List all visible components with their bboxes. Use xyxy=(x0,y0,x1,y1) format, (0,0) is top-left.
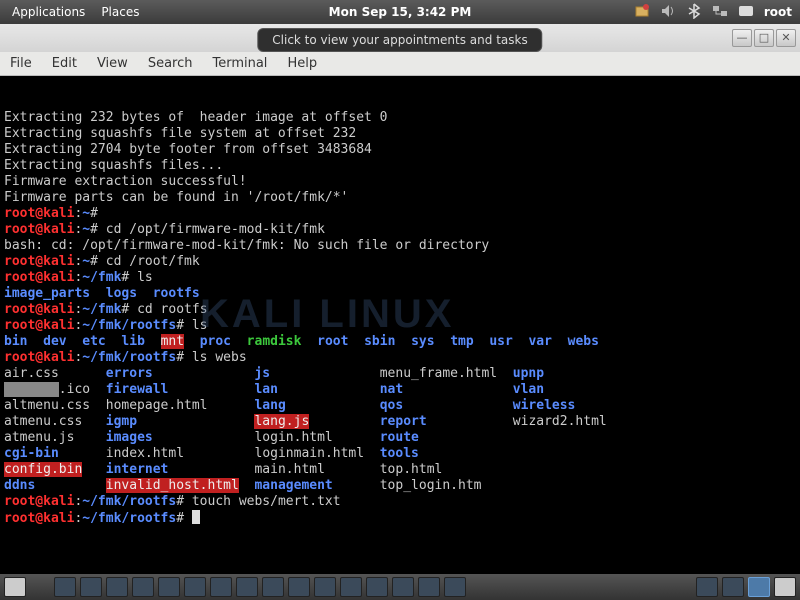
taskbar-folder-icon[interactable] xyxy=(210,577,232,597)
terminal-menubar: File Edit View Search Terminal Help xyxy=(0,52,800,76)
kali-watermark: KALI LINUX xyxy=(200,306,454,322)
taskbar-folder-icon[interactable] xyxy=(262,577,284,597)
maximize-button[interactable]: □ xyxy=(754,29,774,47)
taskbar-folder-icon[interactable] xyxy=(314,577,336,597)
output-line: Extracting squashfs file system at offse… xyxy=(4,126,356,141)
output-line: Extracting squashfs files... xyxy=(4,158,223,173)
taskbar-folder-icon[interactable] xyxy=(158,577,180,597)
gnome-top-panel: Applications Places >_ Mon Sep 15, 3:42 … xyxy=(0,0,800,24)
output-line: bash: cd: /opt/firmware-mod-kit/fmk: No … xyxy=(4,238,489,253)
menu-help[interactable]: Help xyxy=(277,56,327,71)
taskbar-folder-icon[interactable] xyxy=(80,577,102,597)
window-switcher-item-active[interactable] xyxy=(748,577,770,597)
bluetooth-icon[interactable] xyxy=(686,3,702,22)
output-line: Extracting 2704 byte footer from offset … xyxy=(4,142,372,157)
output-line: Extracting 232 bytes of header image at … xyxy=(4,110,388,125)
taskbar-folder-icon[interactable] xyxy=(366,577,388,597)
output-line: Firmware parts can be found in '/root/fm… xyxy=(4,190,348,205)
network-icon[interactable] xyxy=(712,3,728,22)
applications-menu[interactable]: Applications xyxy=(4,5,93,19)
minimize-button[interactable]: — xyxy=(732,29,752,47)
user-menu-icon[interactable] xyxy=(738,3,754,22)
taskbar-folder-icon[interactable] xyxy=(418,577,440,597)
taskbar-folder-icon[interactable] xyxy=(184,577,206,597)
cursor xyxy=(192,510,200,524)
taskbar-folder-icon[interactable] xyxy=(444,577,466,597)
taskbar-folder-icon[interactable] xyxy=(392,577,414,597)
menu-search[interactable]: Search xyxy=(138,56,203,71)
output-line: Firmware extraction successful! xyxy=(4,174,247,189)
window-titlebar: Click to view your appointments and task… xyxy=(0,24,800,52)
taskbar-folder-icon[interactable] xyxy=(54,577,76,597)
taskbar-folder-icon[interactable] xyxy=(132,577,154,597)
trash-icon[interactable] xyxy=(774,577,796,597)
menu-view[interactable]: View xyxy=(87,56,138,71)
volume-icon[interactable] xyxy=(660,3,676,22)
taskbar-folder-icon[interactable] xyxy=(236,577,258,597)
show-desktop-icon[interactable] xyxy=(4,577,26,597)
terminal-body[interactable]: KALI LINUX Extracting 232 bytes of heade… xyxy=(0,76,800,574)
update-notifier-icon[interactable] xyxy=(634,3,650,22)
taskbar-folder-icon[interactable] xyxy=(340,577,362,597)
menu-terminal[interactable]: Terminal xyxy=(202,56,277,71)
close-button[interactable]: ✕ xyxy=(776,29,796,47)
places-menu[interactable]: Places xyxy=(93,5,147,19)
menu-edit[interactable]: Edit xyxy=(42,56,87,71)
clock[interactable]: Mon Sep 15, 3:42 PM xyxy=(329,5,472,19)
window-switcher-item[interactable] xyxy=(722,577,744,597)
notification-bubble[interactable]: Click to view your appointments and task… xyxy=(257,28,542,52)
window-switcher-item[interactable] xyxy=(696,577,718,597)
taskbar-folder-icon[interactable] xyxy=(106,577,128,597)
menu-file[interactable]: File xyxy=(0,56,42,71)
gnome-bottom-panel xyxy=(0,574,800,600)
user-label[interactable]: root xyxy=(764,5,792,19)
launcher-globe-icon[interactable] xyxy=(147,5,163,19)
launcher-terminal-icon[interactable]: >_ xyxy=(163,5,179,19)
taskbar-folder-icon[interactable] xyxy=(288,577,310,597)
